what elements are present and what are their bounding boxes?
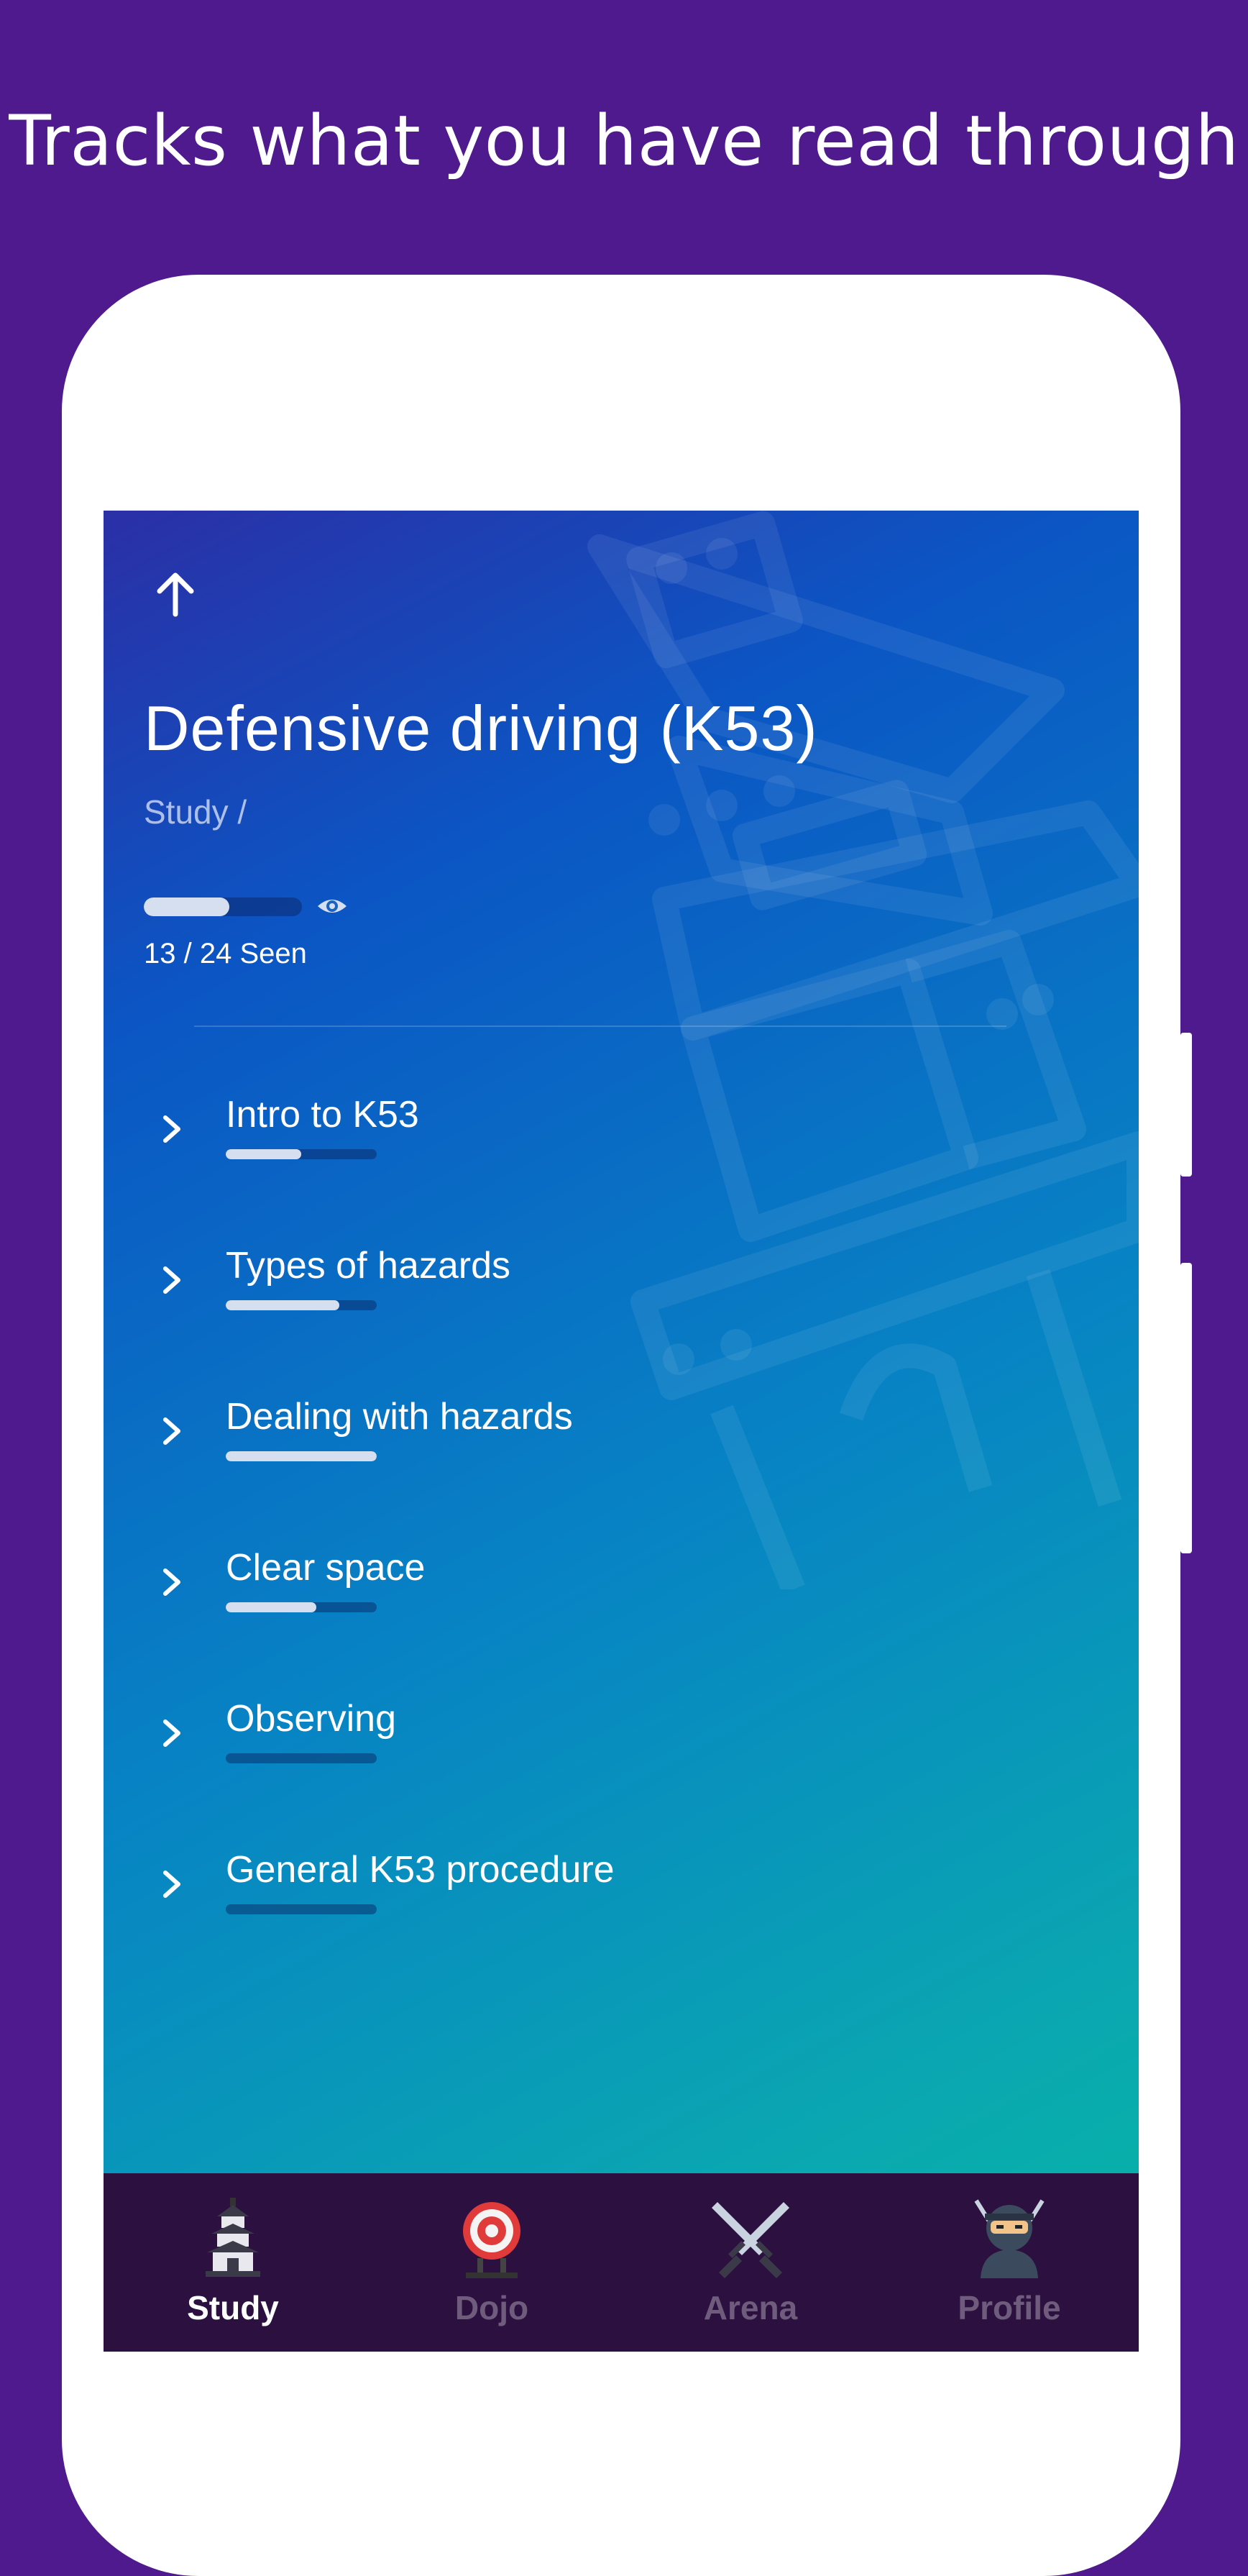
topic-progress-bar xyxy=(226,1904,377,1914)
headline: Tracks what you have read through xyxy=(9,101,1239,181)
topic-item[interactable]: Dealing with hazards xyxy=(132,1382,1067,1512)
phone-side-button xyxy=(1180,1033,1192,1177)
topic-progress-bar xyxy=(226,1451,377,1461)
nav-label: Study xyxy=(187,2289,279,2326)
topic-progress-fill xyxy=(226,1300,339,1310)
nav-item-dojo[interactable]: Dojo xyxy=(362,2173,621,2352)
nav-item-study[interactable]: Study xyxy=(104,2173,362,2352)
chevron-right-icon xyxy=(163,1417,180,1445)
seen-count: 13 / 24 Seen xyxy=(144,938,307,969)
bottom-nav: Study Dojo Arena Profile xyxy=(104,2173,1139,2352)
phone-side-button xyxy=(1180,1263,1192,1553)
topic-label: General K53 procedure xyxy=(226,1849,615,1891)
ninja-icon xyxy=(974,2199,1045,2278)
overall-progress-fill xyxy=(144,898,229,916)
chevron-right-icon xyxy=(163,1568,180,1596)
pagoda-icon xyxy=(206,2198,260,2277)
topic-item[interactable]: Intro to K53 xyxy=(132,1080,1067,1210)
crossed-swords-icon xyxy=(712,2202,789,2278)
topic-progress-fill xyxy=(226,1602,316,1612)
breadcrumb[interactable]: Study / xyxy=(144,793,247,831)
nav-item-arena[interactable]: Arena xyxy=(621,2173,880,2352)
overall-progress-bar xyxy=(144,898,302,916)
topic-progress-fill xyxy=(226,1451,377,1461)
app-screen: Defensive driving (K53) Study / 13 / 24 … xyxy=(104,511,1139,2352)
target-icon xyxy=(463,2202,520,2278)
nav-label: Arena xyxy=(703,2289,798,2326)
topic-item[interactable]: Observing xyxy=(132,1684,1067,1814)
topic-label: Clear space xyxy=(226,1547,426,1589)
nav-label: Dojo xyxy=(454,2289,529,2326)
topic-label: Observing xyxy=(226,1698,396,1740)
topic-item[interactable]: General K53 procedure xyxy=(132,1835,1067,1965)
topic-item[interactable]: Types of hazards xyxy=(132,1231,1067,1361)
topic-progress-bar xyxy=(226,1300,377,1310)
chevron-right-icon xyxy=(163,1266,180,1294)
arrow-up-icon[interactable] xyxy=(147,567,204,624)
page-title: Defensive driving (K53) xyxy=(144,693,818,764)
chevron-right-icon xyxy=(163,1115,180,1143)
chevron-right-icon xyxy=(163,1871,180,1898)
topic-progress-bar xyxy=(226,1753,377,1763)
topic-progress-fill xyxy=(226,1149,301,1159)
topic-label: Dealing with hazards xyxy=(226,1396,573,1438)
topic-progress-bar xyxy=(226,1149,377,1159)
topic-label: Types of hazards xyxy=(226,1245,510,1287)
topic-progress-bar xyxy=(226,1602,377,1612)
topic-label: Intro to K53 xyxy=(226,1094,419,1136)
nav-item-profile[interactable]: Profile xyxy=(880,2173,1139,2352)
eye-icon xyxy=(318,900,347,913)
nav-label: Profile xyxy=(958,2289,1061,2326)
chevron-right-icon xyxy=(163,1719,180,1747)
divider xyxy=(194,1026,1006,1027)
topic-item[interactable]: Clear space xyxy=(132,1533,1067,1663)
